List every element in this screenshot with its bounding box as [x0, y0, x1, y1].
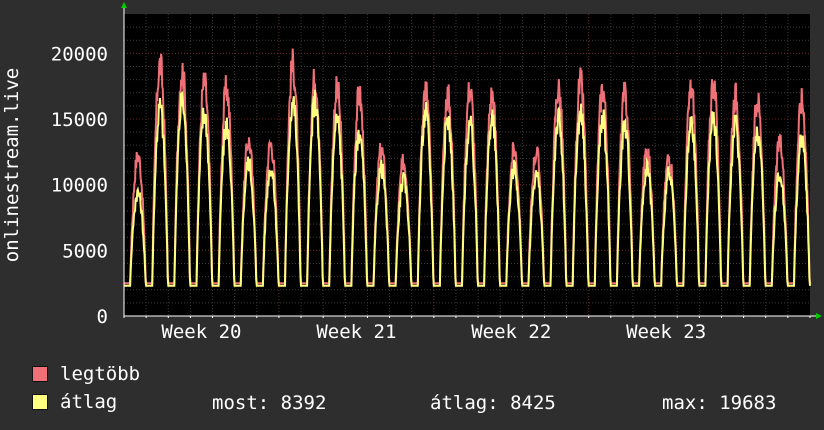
chart: 05000100001500020000 Week 20 Week 21 Week … — [1, 2, 822, 343]
legend-item-max: legtöbb — [32, 363, 141, 385]
y-tick-label: 5000 — [62, 240, 108, 262]
x-tick-label: Week 21 — [316, 321, 396, 343]
legend-label-avg: átlag — [60, 391, 118, 413]
x-tick-label: Week 20 — [161, 321, 241, 343]
y-tick-labels: 0 5000 10000 15000 20000 — [51, 43, 108, 328]
legend-swatch-max — [32, 366, 48, 382]
x-tick-label: Week 22 — [471, 321, 551, 343]
y-tick-label: 0 — [97, 306, 108, 328]
y-axis-label: onlinestream.live — [1, 68, 23, 262]
y-axis-arrow — [121, 2, 127, 8]
y-tick-label: 10000 — [51, 175, 108, 197]
x-tick-label: Week 23 — [626, 321, 706, 343]
legend-swatch-avg — [32, 394, 48, 410]
legend-label-max: legtöbb — [60, 363, 141, 385]
y-tick-label: 20000 — [51, 43, 108, 65]
legend-item-avg: átlag — [32, 391, 118, 413]
y-tick-label: 15000 — [51, 109, 108, 131]
stat-current: most: 8392 — [212, 392, 327, 414]
x-axis-arrow — [816, 313, 822, 319]
x-tick-labels: Week 20 Week 21 Week 22 Week 23 — [161, 321, 706, 343]
stat-average: átlag: 8425 — [430, 392, 556, 414]
plot-area — [124, 14, 810, 316]
stat-max: max: 19683 — [662, 392, 777, 414]
